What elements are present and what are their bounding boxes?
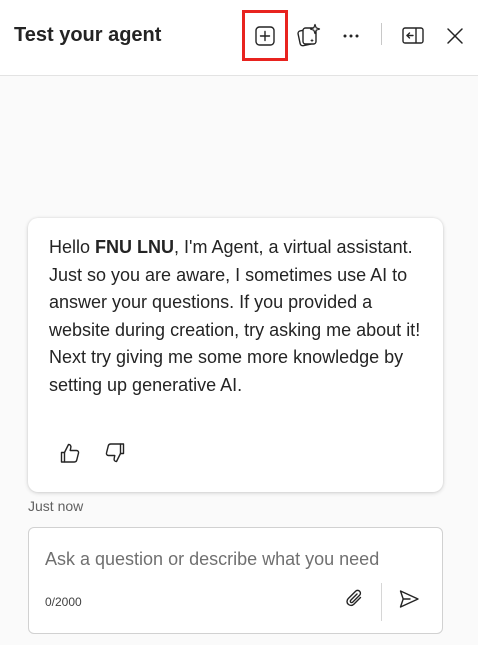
panel-title: Test your agent xyxy=(14,24,162,46)
test-agent-panel: Test your agent Hello FNU LNU, I'm Agent… xyxy=(0,0,478,645)
composer-divider xyxy=(381,583,382,621)
copilot-button[interactable] xyxy=(293,20,325,52)
add-square-icon xyxy=(254,25,276,47)
chat-composer: 0/2000 xyxy=(28,527,443,634)
sparkle-copy-icon xyxy=(296,23,322,49)
greeting-text: Hello xyxy=(49,237,96,257)
more-horizontal-icon xyxy=(341,26,361,46)
dock-panel-button[interactable] xyxy=(397,20,429,52)
thumbs-up-icon xyxy=(58,441,82,470)
thumbs-down-icon xyxy=(103,441,127,470)
user-name: FNU LNU xyxy=(95,237,175,257)
character-counter: 0/2000 xyxy=(45,595,82,609)
header-divider xyxy=(381,23,382,45)
send-button[interactable] xyxy=(394,586,424,616)
close-icon xyxy=(445,26,465,46)
message-timestamp: Just now xyxy=(28,498,84,514)
like-button[interactable] xyxy=(55,440,85,470)
chat-input[interactable] xyxy=(45,546,425,572)
panel-header: Test your agent xyxy=(0,0,478,76)
new-chat-button[interactable] xyxy=(249,20,281,52)
more-options-button[interactable] xyxy=(335,20,367,52)
dislike-button[interactable] xyxy=(100,440,130,470)
send-icon xyxy=(397,587,421,616)
message-body: , I'm Agent, a virtual assistant. Just s… xyxy=(49,237,421,395)
paperclip-icon xyxy=(343,587,367,616)
panel-left-icon xyxy=(401,25,425,47)
close-button[interactable] xyxy=(439,20,471,52)
bot-message-card: Hello FNU LNU, I'm Agent, a virtual assi… xyxy=(28,218,443,492)
bot-message-text: Hello FNU LNU, I'm Agent, a virtual assi… xyxy=(49,234,429,399)
attach-button[interactable] xyxy=(340,586,370,616)
